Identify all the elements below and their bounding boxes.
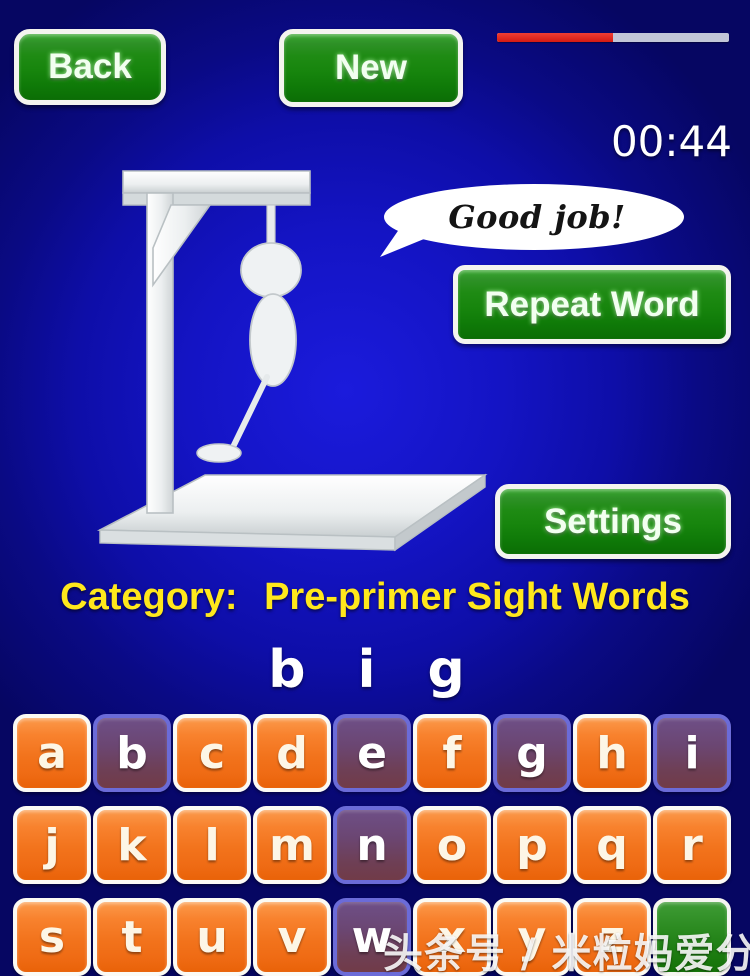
- key-b: b: [93, 714, 171, 792]
- hangman-game-screen: Back New 00:44 Good job! Repeat Word Set…: [0, 0, 750, 976]
- key-l[interactable]: l: [173, 806, 251, 884]
- settings-button[interactable]: Settings: [495, 484, 731, 559]
- key-label: b: [116, 727, 148, 779]
- key-label: w: [351, 911, 393, 963]
- hangman-head: [240, 242, 302, 298]
- key-o[interactable]: o: [413, 806, 491, 884]
- key-x[interactable]: x: [413, 898, 491, 976]
- key-label: t: [121, 911, 143, 963]
- hangman-rope: [266, 204, 276, 246]
- key-n: n: [333, 806, 411, 884]
- key-label: y: [517, 911, 547, 963]
- timer-display: 00:44: [610, 117, 732, 166]
- key-label: v: [277, 911, 307, 963]
- settings-button-label: Settings: [543, 501, 683, 541]
- key-label: f: [442, 727, 462, 779]
- key-v[interactable]: v: [253, 898, 331, 976]
- key-label: z: [599, 911, 625, 963]
- key-y[interactable]: y: [493, 898, 571, 976]
- speech-bubble-text: Good job!: [448, 198, 626, 236]
- keyboard-row: j k lmnopq r: [13, 806, 737, 884]
- key-label: n: [356, 819, 388, 871]
- key-j[interactable]: j: [13, 806, 91, 884]
- keyboard-row: abcde f gh i: [13, 714, 737, 792]
- key-label: o: [436, 819, 468, 871]
- progress-bar: [497, 33, 729, 42]
- key-label: c: [198, 727, 226, 779]
- keyboard-row: s t uvwxyz: [13, 898, 737, 976]
- progress-bar-fill: [497, 33, 613, 42]
- key-label: m: [269, 819, 315, 871]
- key-p[interactable]: p: [493, 806, 571, 884]
- key-label: q: [596, 819, 628, 871]
- speech-bubble: Good job!: [372, 181, 686, 257]
- key-label: g: [516, 727, 548, 779]
- key-f[interactable]: f: [413, 714, 491, 792]
- key-u[interactable]: u: [173, 898, 251, 976]
- key-d[interactable]: d: [253, 714, 331, 792]
- key-h[interactable]: h: [573, 714, 651, 792]
- key-label: p: [516, 819, 548, 871]
- hangman-foot: [196, 443, 242, 463]
- category-line: Category: Pre-primer Sight Words: [0, 576, 750, 619]
- back-button[interactable]: Back: [14, 29, 166, 105]
- key-special[interactable]: [653, 898, 731, 976]
- key-label: k: [117, 819, 147, 871]
- key-c[interactable]: c: [173, 714, 251, 792]
- key-w: w: [333, 898, 411, 976]
- key-r[interactable]: r: [653, 806, 731, 884]
- key-z[interactable]: z: [573, 898, 651, 976]
- hangman-body: [249, 293, 297, 387]
- word-display: b i g: [268, 640, 482, 700]
- key-label: r: [681, 819, 703, 871]
- key-label: d: [276, 727, 308, 779]
- letter-keyboard: abcde f gh i j k lmnopq r s t uvwxyz: [13, 714, 737, 976]
- key-label: s: [38, 911, 66, 963]
- key-m[interactable]: m: [253, 806, 331, 884]
- key-label: i: [684, 727, 700, 779]
- key-label: h: [596, 727, 628, 779]
- key-k[interactable]: k: [93, 806, 171, 884]
- key-s[interactable]: s: [13, 898, 91, 976]
- key-label: u: [196, 911, 228, 963]
- key-e: e: [333, 714, 411, 792]
- key-label: l: [204, 819, 220, 871]
- key-label: e: [357, 727, 387, 779]
- repeat-word-button[interactable]: Repeat Word: [453, 265, 731, 344]
- category-value: Pre-primer Sight Words: [264, 576, 690, 618]
- key-label: x: [437, 911, 467, 963]
- key-label: a: [37, 727, 67, 779]
- key-g: g: [493, 714, 571, 792]
- key-q[interactable]: q: [573, 806, 651, 884]
- key-i: i: [653, 714, 731, 792]
- key-a[interactable]: a: [13, 714, 91, 792]
- category-label: Category:: [60, 576, 238, 618]
- new-game-button[interactable]: New: [279, 29, 463, 107]
- back-button-label: Back: [48, 47, 132, 86]
- new-game-button-label: New: [335, 48, 407, 87]
- hangman-leg: [230, 374, 270, 450]
- key-label: j: [44, 819, 60, 871]
- repeat-word-button-label: Repeat Word: [484, 284, 700, 324]
- key-t[interactable]: t: [93, 898, 171, 976]
